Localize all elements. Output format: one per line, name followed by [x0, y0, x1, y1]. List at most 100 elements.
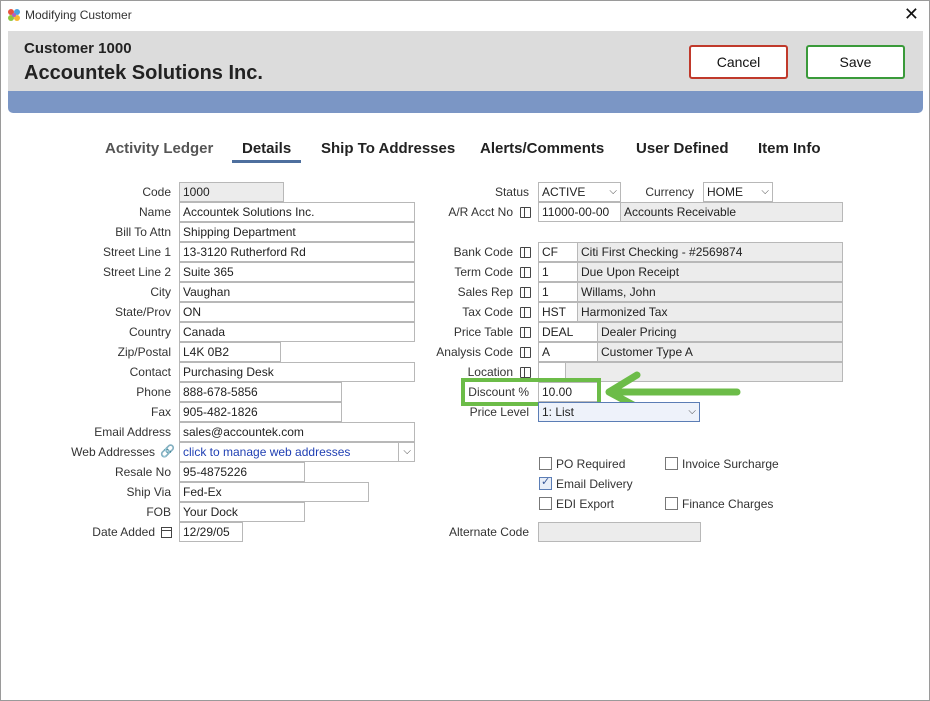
edi-export-checkbox[interactable] — [539, 497, 552, 510]
bank-code-field[interactable]: CF — [538, 242, 578, 262]
tax-code-field[interactable]: HST — [538, 302, 578, 322]
code-label: Code — [142, 185, 171, 199]
po-required-label: PO Required — [556, 457, 626, 471]
calendar-icon[interactable] — [161, 527, 172, 538]
bill-to-attn-field[interactable]: Shipping Department — [179, 222, 415, 242]
link-icon[interactable]: 🔗 — [160, 444, 175, 458]
fob-field[interactable]: Your Dock — [179, 502, 305, 522]
app-logo-icon — [8, 9, 20, 21]
tax-code-label: Tax Code — [462, 305, 513, 319]
contact-field[interactable]: Purchasing Desk — [179, 362, 415, 382]
ship-via-field[interactable]: Fed-Ex — [179, 482, 369, 502]
price-level-select[interactable]: 1: List ⌵ — [538, 402, 700, 422]
tab-ship-to-addresses[interactable]: Ship To Addresses — [321, 140, 455, 157]
email-address-label: Email Address — [94, 425, 171, 439]
finance-charges-checkbox[interactable] — [665, 497, 678, 510]
tab-user-defined[interactable]: User Defined — [636, 140, 729, 157]
web-addresses-value: click to manage web addresses — [183, 445, 351, 459]
currency-label: Currency — [645, 185, 694, 199]
state-prov-field[interactable]: ON — [179, 302, 415, 322]
title-bar: Modifying Customer ✕ — [1, 1, 929, 29]
location-label: Location — [467, 365, 513, 379]
city-label: City — [150, 285, 171, 299]
close-icon[interactable]: ✕ — [904, 4, 919, 24]
name-field[interactable]: Accountek Solutions Inc. — [179, 202, 415, 222]
lookup-icon[interactable] — [520, 307, 531, 318]
chevron-down-icon[interactable]: ⌵ — [403, 446, 411, 457]
tab-item-info[interactable]: Item Info — [758, 140, 821, 157]
invoice-surcharge-checkbox[interactable] — [665, 457, 678, 470]
tax-code-desc: Harmonized Tax — [577, 302, 843, 322]
state-prov-label: State/Prov — [114, 305, 171, 319]
customer-number: Customer 1000 — [24, 40, 132, 57]
price-table-desc: Dealer Pricing — [597, 322, 843, 342]
edi-export-label: EDI Export — [556, 497, 615, 511]
contact-label: Contact — [129, 365, 171, 379]
cancel-button[interactable]: Cancel — [689, 45, 788, 79]
price-level-label: Price Level — [469, 405, 529, 419]
ship-via-label: Ship Via — [126, 485, 171, 499]
phone-field[interactable]: 888-678-5856 — [179, 382, 342, 402]
term-code-field[interactable]: 1 — [538, 262, 578, 282]
status-select[interactable]: ACTIVE ⌵ — [538, 182, 621, 202]
resale-no-field[interactable]: 95-4875226 — [179, 462, 305, 482]
date-added-label: Date Added — [92, 525, 155, 539]
window-title: Modifying Customer — [25, 8, 132, 22]
price-table-field[interactable]: DEAL — [538, 322, 598, 342]
customer-name: Accountek Solutions Inc. — [24, 62, 263, 84]
fax-field[interactable]: 905-482-1826 — [179, 402, 342, 422]
active-tab-indicator — [232, 160, 301, 163]
lookup-icon[interactable] — [520, 287, 531, 298]
country-label: Country — [128, 325, 171, 339]
street-line-2-field[interactable]: Suite 365 — [179, 262, 415, 282]
email-address-field[interactable]: sales@accountek.com — [179, 422, 415, 442]
save-button[interactable]: Save — [806, 45, 905, 79]
price-table-label: Price Table — [453, 325, 513, 339]
tab-activity-ledger[interactable]: Activity Ledger — [105, 140, 213, 157]
lookup-icon[interactable] — [520, 247, 531, 258]
ar-acct-no-field[interactable]: 11000-00-00 — [538, 202, 621, 222]
chevron-down-icon[interactable]: ⌵ — [688, 406, 696, 417]
header-accent-bar — [8, 91, 923, 113]
lookup-icon[interactable] — [520, 327, 531, 338]
analysis-code-desc: Customer Type A — [597, 342, 843, 362]
alternate-code-label: Alternate Code — [448, 525, 529, 539]
country-field[interactable]: Canada — [179, 322, 415, 342]
finance-charges-label: Finance Charges — [682, 497, 774, 511]
resale-no-label: Resale No — [114, 465, 171, 479]
tab-details[interactable]: Details — [242, 140, 291, 157]
email-delivery-checkbox[interactable] — [539, 475, 552, 490]
web-addresses-select[interactable]: click to manage web addresses ⌵ — [179, 442, 415, 462]
currency-select[interactable]: HOME ⌵ — [703, 182, 773, 202]
invoice-surcharge-label: Invoice Surcharge — [682, 457, 779, 471]
date-added-field[interactable]: 12/29/05 — [179, 522, 243, 542]
status-value: ACTIVE — [542, 185, 586, 199]
term-code-desc: Due Upon Receipt — [577, 262, 843, 282]
analysis-code-field[interactable]: A — [538, 342, 598, 362]
lookup-icon[interactable] — [520, 347, 531, 358]
zip-postal-label: Zip/Postal — [117, 345, 171, 359]
status-label: Status — [494, 185, 529, 199]
customer-dialog: Modifying Customer ✕ Customer 1000 Accou… — [0, 0, 930, 701]
header-panel: Customer 1000 Accountek Solutions Inc. C… — [8, 31, 923, 91]
phone-label: Phone — [136, 385, 171, 399]
fax-label: Fax — [150, 405, 171, 419]
street-line-1-field[interactable]: 13-3120 Rutherford Rd — [179, 242, 415, 262]
ar-acct-desc: Accounts Receivable — [620, 202, 843, 222]
lookup-icon[interactable] — [520, 367, 531, 378]
alternate-code-field[interactable] — [538, 522, 701, 542]
sales-rep-field[interactable]: 1 — [538, 282, 578, 302]
term-code-label: Term Code — [454, 265, 513, 279]
code-field: 1000 — [179, 182, 284, 202]
chevron-down-icon[interactable]: ⌵ — [609, 186, 617, 197]
tab-alerts-comments[interactable]: Alerts/Comments — [480, 140, 604, 157]
po-required-checkbox[interactable] — [539, 457, 552, 470]
web-addresses-label: Web Addresses — [71, 445, 155, 459]
lookup-icon[interactable] — [520, 267, 531, 278]
lookup-icon[interactable] — [520, 207, 531, 218]
zip-postal-field[interactable]: L4K 0B2 — [179, 342, 281, 362]
chevron-down-icon[interactable]: ⌵ — [761, 186, 769, 197]
city-field[interactable]: Vaughan — [179, 282, 415, 302]
sales-rep-label: Sales Rep — [457, 285, 513, 299]
sales-rep-desc: Willams, John — [577, 282, 843, 302]
